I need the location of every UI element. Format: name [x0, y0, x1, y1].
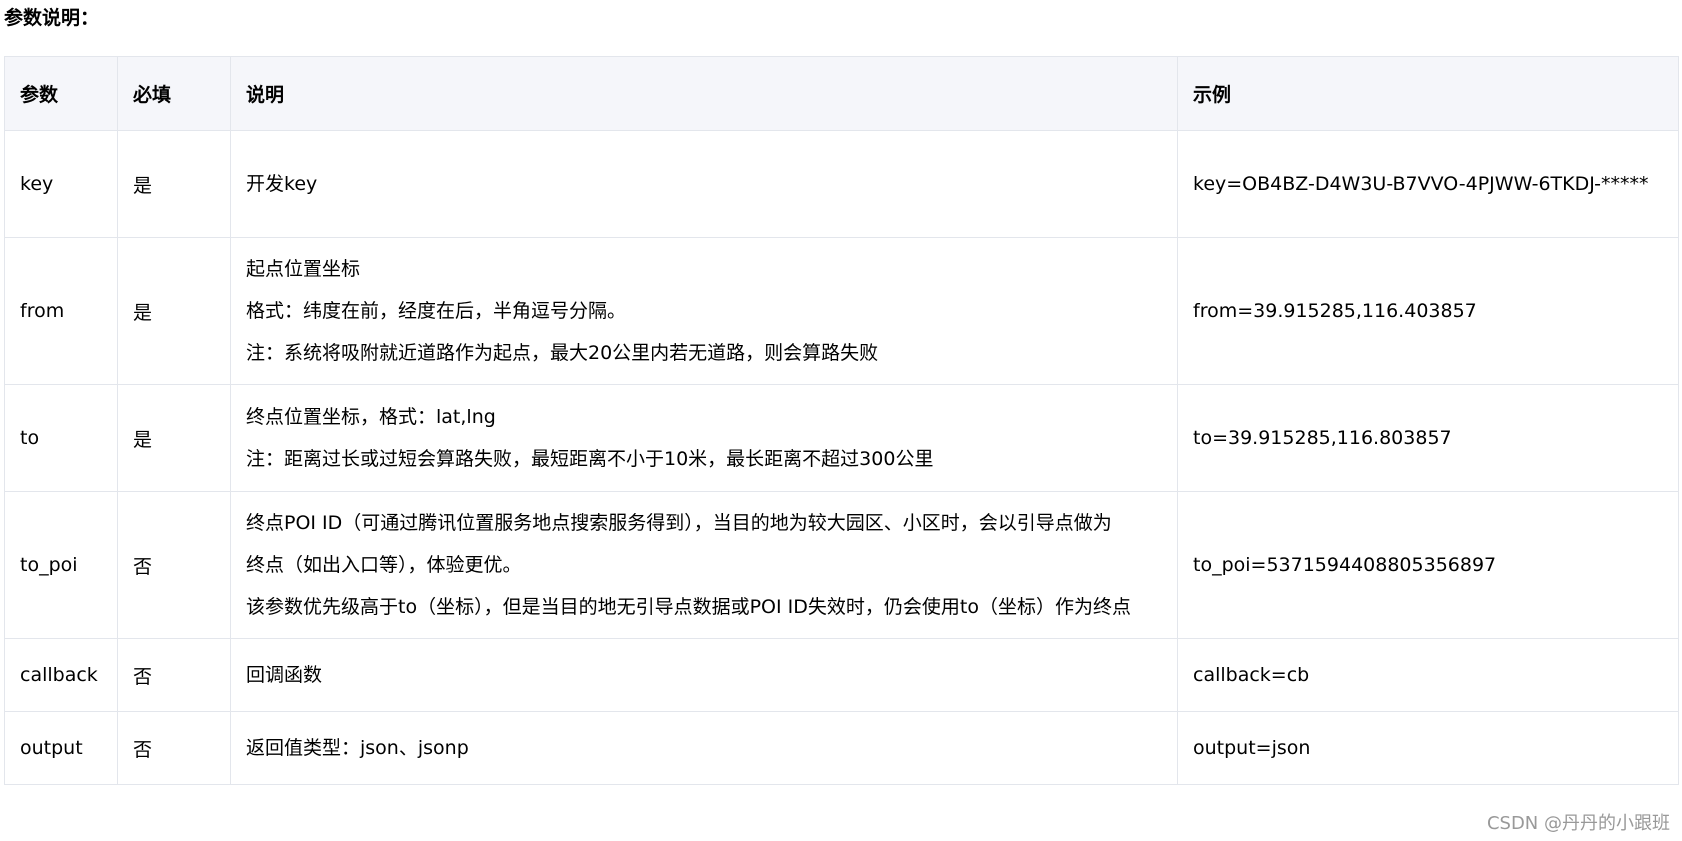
cell-param: from	[4, 237, 118, 385]
description-line: 注：系统将吸附就近道路作为起点，最大20公里内若无道路，则会算路失败	[246, 342, 879, 364]
cell-example: to_poi=5371594408805356897	[1177, 491, 1679, 639]
cell-example: from=39.915285,116.403857	[1177, 237, 1679, 385]
cell-description: 起点位置坐标 格式：纬度在前，经度在后，半角逗号分隔。 注：系统将吸附就近道路作…	[230, 237, 1178, 385]
description-line: 终点位置坐标，格式：lat,lng	[246, 406, 496, 428]
cell-required: 是	[117, 237, 231, 385]
cell-example: to=39.915285,116.803857	[1177, 384, 1679, 492]
example-value: to=39.915285,116.803857	[1193, 427, 1452, 449]
section-title: 参数说明：	[4, 7, 100, 29]
cell-param: key	[4, 130, 118, 238]
cell-param: to	[4, 384, 118, 492]
table-row: key 是 开发key key=OB4BZ-D4W3U-B7VVO-4PJWW-…	[4, 130, 1679, 238]
table-header-row: 参数 必填 说明 示例	[4, 56, 1679, 131]
cell-example: callback=cb	[1177, 638, 1679, 712]
table-row: callback 否 回调函数 callback=cb	[4, 638, 1679, 712]
example-value: to_poi=5371594408805356897	[1193, 554, 1497, 576]
cell-description: 终点POI ID（可通过腾讯位置服务地点搜索服务得到），当目的地为较大园区、小区…	[230, 491, 1178, 639]
cell-param: to_poi	[4, 491, 118, 639]
description-line: 起点位置坐标	[246, 258, 361, 280]
cell-required: 是	[117, 384, 231, 492]
description-line: 格式：纬度在前，经度在后，半角逗号分隔。	[246, 300, 627, 322]
table-header: 参数 必填 说明 示例	[4, 56, 1679, 131]
header-example: 示例	[1177, 56, 1679, 131]
table-body: key 是 开发key key=OB4BZ-D4W3U-B7VVO-4PJWW-…	[4, 130, 1679, 785]
cell-description: 回调函数	[230, 638, 1178, 712]
cell-description: 终点位置坐标，格式：lat,lng 注：距离过长或过短会算路失败，最短距离不小于…	[230, 384, 1178, 492]
cell-required: 否	[117, 638, 231, 712]
parameter-table: 参数 必填 说明 示例 key 是 开发key key=OB4BZ-D4W3U-…	[4, 56, 1679, 785]
cell-description: 开发key	[230, 130, 1178, 238]
cell-required: 否	[117, 491, 231, 639]
example-value: from=39.915285,116.403857	[1193, 300, 1477, 322]
cell-description: 返回值类型：json、jsonp	[230, 711, 1178, 785]
cell-required: 是	[117, 130, 231, 238]
header-required: 必填	[117, 56, 231, 131]
cell-example: output=json	[1177, 711, 1679, 785]
cell-example: key=OB4BZ-D4W3U-B7VVO-4PJWW-6TKDJ-*****	[1177, 130, 1679, 238]
table-row: to 是 终点位置坐标，格式：lat,lng 注：距离过长或过短会算路失败，最短…	[4, 384, 1679, 492]
example-value: output=json	[1193, 737, 1311, 759]
cell-param: callback	[4, 638, 118, 712]
description-line: 回调函数	[246, 664, 323, 686]
csdn-watermark: CSDN @丹丹的小跟班	[1486, 813, 1670, 834]
description-line: 终点（如出入口等），体验更优。	[246, 554, 522, 576]
table-row: output 否 返回值类型：json、jsonp output=json	[4, 711, 1679, 785]
page: 参数说明： 参数 必填 说明 示例 key 是 开发key key=OB4BZ-…	[0, 0, 1682, 841]
table-row: from 是 起点位置坐标 格式：纬度在前，经度在后，半角逗号分隔。 注：系统将…	[4, 237, 1679, 385]
example-value: callback=cb	[1193, 664, 1310, 686]
description-line: 该参数优先级高于to（坐标），但是当目的地无引导点数据或POI ID失效时，仍会…	[246, 596, 1131, 618]
cell-param: output	[4, 711, 118, 785]
example-value: key=OB4BZ-D4W3U-B7VVO-4PJWW-6TKDJ-*****	[1193, 173, 1649, 195]
description-line: 注：距离过长或过短会算路失败，最短距离不小于10米，最长距离不超过300公里	[246, 448, 934, 470]
cell-required: 否	[117, 711, 231, 785]
header-param: 参数	[4, 56, 118, 131]
table-row: to_poi 否 终点POI ID（可通过腾讯位置服务地点搜索服务得到），当目的…	[4, 491, 1679, 639]
description-line: 返回值类型：json、jsonp	[246, 737, 469, 759]
description-line: 终点POI ID（可通过腾讯位置服务地点搜索服务得到），当目的地为较大园区、小区…	[246, 512, 1112, 534]
description-line: 开发key	[246, 173, 318, 195]
header-description: 说明	[230, 56, 1178, 131]
